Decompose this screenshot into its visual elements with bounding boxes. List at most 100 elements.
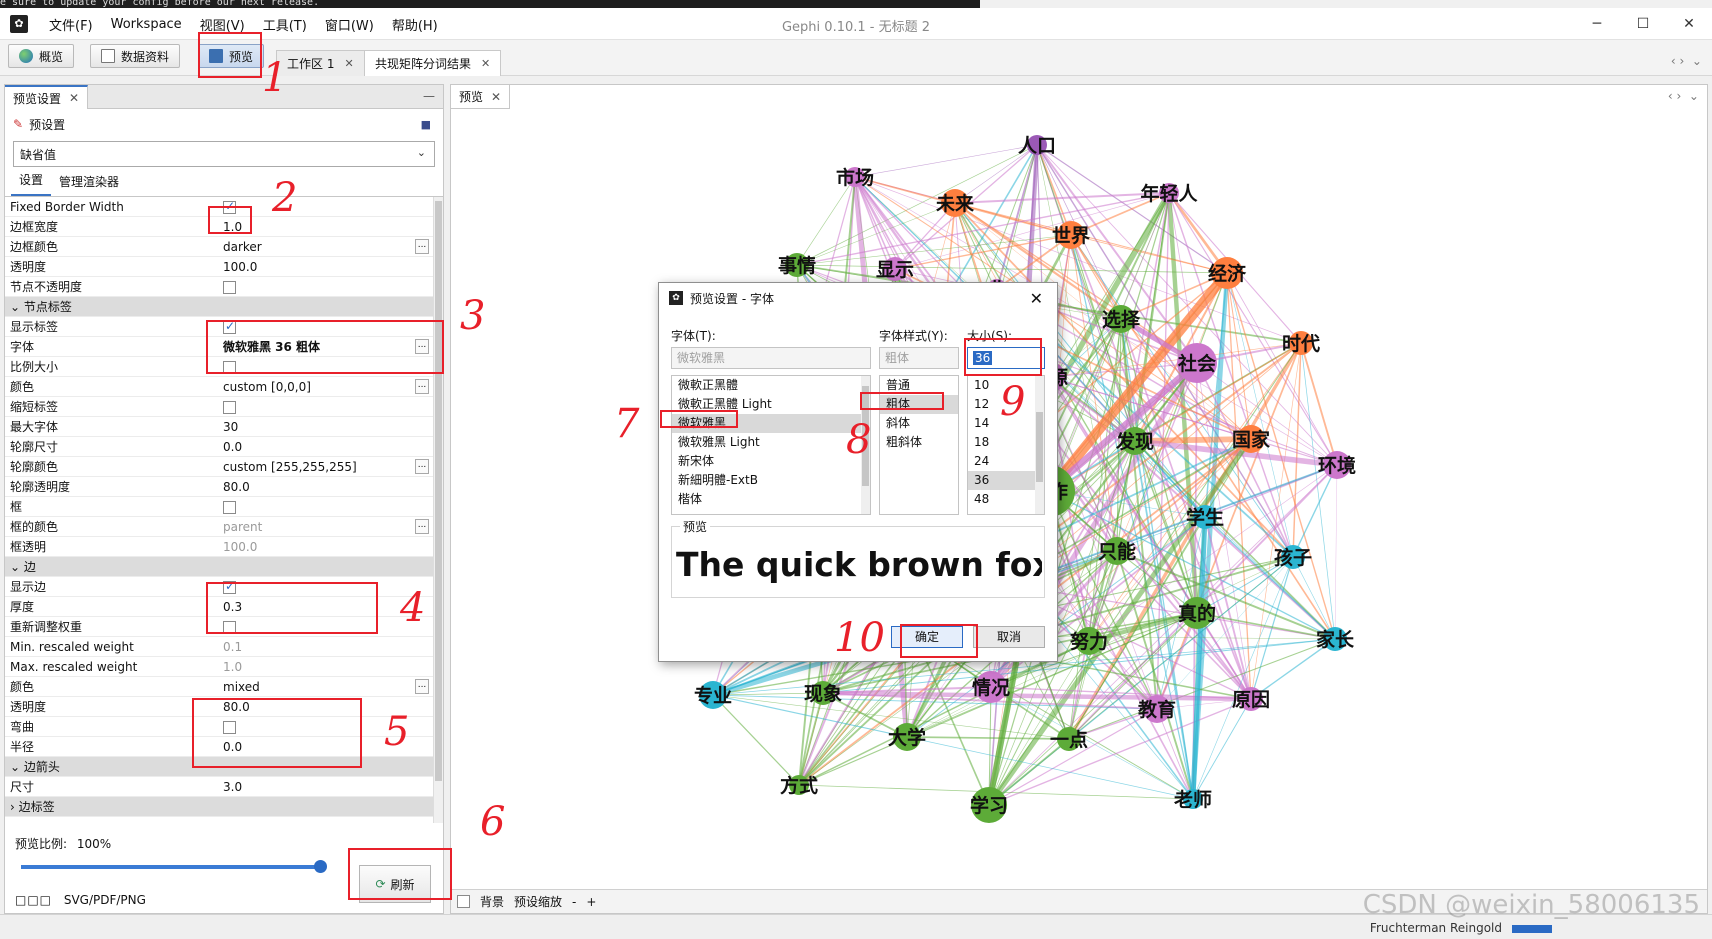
property-value[interactable]: 30 <box>217 420 443 434</box>
slider-knob[interactable] <box>314 860 327 873</box>
close-icon[interactable]: ✕ <box>1666 8 1712 40</box>
property-value[interactable]: parent <box>217 520 443 534</box>
zoom-plus-button[interactable]: + <box>586 895 596 909</box>
property-row[interactable]: Max. rescaled weight 1.0 <box>5 657 443 677</box>
export-row[interactable]: □□□ SVG/PDF/PNG <box>15 893 146 907</box>
ellipsis-button[interactable]: ... <box>415 379 429 394</box>
property-value[interactable]: custom [255,255,255] <box>217 460 443 474</box>
scrollbar-thumb[interactable] <box>1036 412 1043 482</box>
property-value[interactable]: 100.0 <box>217 540 443 554</box>
font-name-input[interactable]: 微软雅黑 <box>671 347 871 369</box>
size-list-item[interactable]: 18 <box>968 433 1044 452</box>
ellipsis-button[interactable]: ... <box>415 679 429 694</box>
property-value[interactable]: 1.0 <box>217 660 443 674</box>
font-style-input[interactable]: 粗体 <box>879 347 959 369</box>
size-list-item[interactable]: 48 <box>968 490 1044 509</box>
tab-preview[interactable]: 预览 ✕ <box>451 85 511 109</box>
graph-edge <box>954 202 1228 274</box>
cancel-button[interactable]: 取消 <box>973 626 1045 648</box>
preset-dropdown[interactable]: 缺省值 ⌄ <box>13 141 435 167</box>
property-row[interactable]: 节点不透明度 <box>5 277 443 297</box>
data-lab-button[interactable]: 数据资料 <box>90 44 181 68</box>
checkbox[interactable] <box>223 280 236 294</box>
overview-button[interactable]: 概览 <box>8 44 75 68</box>
property-row[interactable]: Min. rescaled weight 0.1 <box>5 637 443 657</box>
property-value[interactable]: 100.0 <box>217 260 443 274</box>
tab-settings[interactable]: 设置 <box>11 171 52 196</box>
style-list-item[interactable]: 斜体 <box>880 414 958 433</box>
size-list-item[interactable]: 36 <box>968 471 1044 490</box>
property-value[interactable]: custom [0,0,0] <box>217 380 443 394</box>
property-row[interactable]: 尺寸 3.0 <box>5 777 443 797</box>
property-row[interactable]: 颜色 mixed... <box>5 677 443 697</box>
dialog-close-icon[interactable]: ✕ <box>1030 289 1043 308</box>
minimize-panel-icon[interactable]: — <box>423 89 435 103</box>
font-list-item[interactable]: 新細明體-ExtB <box>672 471 870 490</box>
ellipsis-button[interactable]: ... <box>415 239 429 254</box>
property-checkbox[interactable] <box>217 280 443 294</box>
property-value[interactable]: 80.0 <box>217 480 443 494</box>
font-list-item[interactable]: 楷体 <box>672 490 870 509</box>
menu-tools[interactable]: 工具(T) <box>254 15 316 34</box>
property-row[interactable]: 框的颜色 parent... <box>5 517 443 537</box>
checkbox[interactable] <box>223 500 236 514</box>
tab-workspace-1[interactable]: 工作区 1 ✕ <box>276 50 365 76</box>
zoom-minus-button[interactable]: - <box>572 895 576 909</box>
save-icon[interactable]: ■ <box>421 118 431 131</box>
property-value[interactable]: darker <box>217 240 443 254</box>
tab-close-icon[interactable]: ✕ <box>344 57 353 70</box>
property-row[interactable]: 框 <box>5 497 443 517</box>
size-list-scrollbar[interactable] <box>1035 376 1044 514</box>
ellipsis-button[interactable]: ... <box>415 459 429 474</box>
menu-window[interactable]: 窗口(W) <box>316 15 383 34</box>
font-name-list[interactable]: 微軟正黑體 微軟正黑體 Light 微软雅黑 微软雅黑 Light 新宋体 新細明體-Ex… <box>671 375 871 515</box>
property-value[interactable]: mixed <box>217 680 443 694</box>
property-checkbox[interactable] <box>217 400 443 414</box>
ellipsis-button[interactable]: ... <box>415 519 429 534</box>
tab-nav-arrows[interactable]: ‹ › ⌄ <box>1671 54 1702 68</box>
property-row[interactable]: 透明度 100.0 <box>5 257 443 277</box>
scrollbar-thumb[interactable] <box>435 201 442 781</box>
property-value[interactable]: 0.1 <box>217 640 443 654</box>
property-row[interactable]: 轮廓透明度 80.0 <box>5 477 443 497</box>
property-category[interactable]: ⌄ 边 <box>5 557 443 577</box>
property-row[interactable]: 轮廓尺寸 0.0 <box>5 437 443 457</box>
font-list-item[interactable]: 微软雅黑 Light <box>672 433 870 452</box>
property-scrollbar[interactable] <box>433 197 443 823</box>
background-checkbox[interactable] <box>457 895 470 908</box>
tab-preview-settings[interactable]: 预览设置 ✕ <box>5 85 89 109</box>
tab-close-icon[interactable]: ✕ <box>69 91 79 105</box>
menu-file[interactable]: 文件(F) <box>40 15 102 34</box>
font-list-item[interactable]: 微軟正黑體 <box>672 376 870 395</box>
menu-workspace[interactable]: Workspace <box>102 17 191 32</box>
property-row[interactable]: 颜色 custom [0,0,0]... <box>5 377 443 397</box>
property-label: 边框颜色 <box>10 240 59 254</box>
annotation-number-7: 7 <box>614 401 640 447</box>
property-category[interactable]: › 边标签 <box>5 797 443 817</box>
style-list-item[interactable]: 粗斜体 <box>880 433 958 452</box>
property-value[interactable]: 3.0 <box>217 780 443 794</box>
tab-close-icon[interactable]: ✕ <box>491 90 501 104</box>
minimize-icon[interactable]: ─ <box>1574 8 1620 40</box>
size-list-item[interactable]: 24 <box>968 452 1044 471</box>
tab-close-icon[interactable]: ✕ <box>481 57 490 70</box>
menu-help[interactable]: 帮助(H) <box>383 15 447 34</box>
network-graph[interactable]: 人口市场未来年轻人世界事情经济业选择时代资源社会发现国家环境工作学生孩子只能中国… <box>451 109 1707 889</box>
property-category[interactable]: ⌄ 节点标签 <box>5 297 443 317</box>
preview-nav-arrows[interactable]: ‹ › ⌄ <box>1668 89 1699 103</box>
zoom-slider[interactable] <box>21 860 327 873</box>
property-row[interactable]: 框透明 100.0 <box>5 537 443 557</box>
checkbox[interactable] <box>223 400 236 414</box>
property-row[interactable]: 最大字体 30 <box>5 417 443 437</box>
tab-cooccurrence[interactable]: 共现矩阵分词结果 ✕ <box>364 50 502 76</box>
property-row[interactable]: 轮廓颜色 custom [255,255,255]... <box>5 457 443 477</box>
tab-manage-renderers[interactable]: 管理渲染器 <box>51 173 127 196</box>
property-label: 缩短标签 <box>10 400 59 414</box>
menu-view[interactable]: 视图(V) <box>191 15 254 34</box>
font-list-item[interactable]: 新宋体 <box>672 452 870 471</box>
property-row[interactable]: 边框颜色 darker... <box>5 237 443 257</box>
property-value[interactable]: 0.0 <box>217 440 443 454</box>
maximize-icon[interactable]: ☐ <box>1620 8 1666 40</box>
property-row[interactable]: 缩短标签 <box>5 397 443 417</box>
property-checkbox[interactable] <box>217 500 443 514</box>
